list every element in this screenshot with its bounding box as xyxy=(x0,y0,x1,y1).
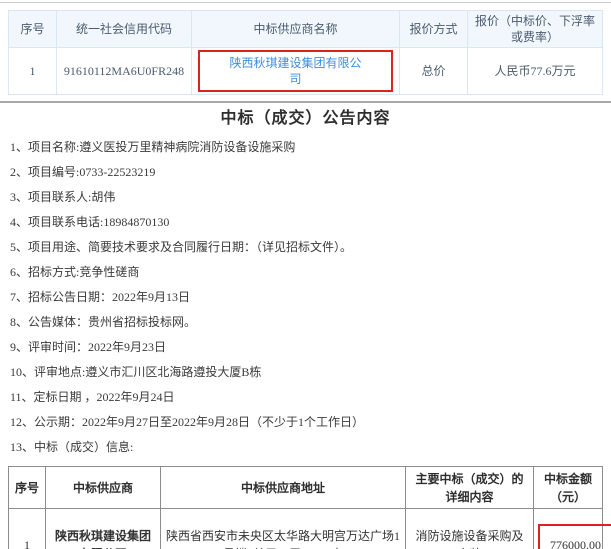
cell-serial-no: 1 xyxy=(9,48,57,95)
supplier-name-link[interactable]: 陕西秋琪建设集团有限公司 xyxy=(229,56,361,86)
cell-quote: 人民币77.6万元 xyxy=(468,48,603,95)
item-bid-method: 6、招标方式:竞争性磋商 xyxy=(10,264,601,280)
item-review-time: 9、评审时间：2022年9月23日 xyxy=(10,339,601,355)
col-credit-code: 统一社会信用代码 xyxy=(57,11,192,48)
item-publicity-period: 12、公示期：2022年9月27日至2022年9月28日（不少于1个工作日） xyxy=(10,414,601,430)
award-data-row: 1 陕西秋琪建设集团有限公司 陕西省西安市未央区太华路大明宫万达广场1号楼5单元… xyxy=(9,509,603,549)
page-title: 中标（成交）公告内容 xyxy=(0,109,611,129)
cell-award-amount: 776000.00 xyxy=(534,509,603,549)
cell-supplier-name: 陕西秋琪建设集团有限公司 xyxy=(192,48,400,95)
item-media: 8、公告媒体：贵州省招标投标网。 xyxy=(10,314,601,330)
cell-serial-no: 1 xyxy=(9,509,46,549)
item-project-number: 2、项目编号:0733-22523219 xyxy=(10,164,601,180)
col-quote: 报价（中标价、下浮率或费率） xyxy=(468,11,603,48)
col-award-content: 主要中标（成交）的详细内容 xyxy=(406,467,534,509)
supplier-name-highlight-box: 陕西秋琪建设集团有限公司 xyxy=(198,50,393,92)
cell-supplier[interactable]: 陕西秋琪建设集团有限公司 xyxy=(46,509,161,549)
col-supplier-address: 中标供应商地址 xyxy=(161,467,406,509)
col-supplier-name: 中标供应商名称 xyxy=(192,11,400,48)
summary-header-row: 序号 统一社会信用代码 中标供应商名称 报价方式 报价（中标价、下浮率或费率） xyxy=(9,11,603,48)
award-detail-table-wrap: 序号 中标供应商 中标供应商地址 主要中标（成交）的详细内容 中标金额（元） 1… xyxy=(0,464,611,549)
award-header-row: 序号 中标供应商 中标供应商地址 主要中标（成交）的详细内容 中标金额（元） xyxy=(9,467,603,509)
col-supplier: 中标供应商 xyxy=(46,467,161,509)
cell-credit-code: 91610112MA6U0FR248 xyxy=(57,48,192,95)
summary-data-row: 1 91610112MA6U0FR248 陕西秋琪建设集团有限公司 总价 人民币… xyxy=(9,48,603,95)
col-serial-no: 序号 xyxy=(9,467,46,509)
section-divider xyxy=(0,101,611,103)
col-award-amount: 中标金额（元） xyxy=(534,467,603,509)
item-contact-phone: 4、项目联系电话:18984870130 xyxy=(10,214,601,230)
announcement-item-list: 1、项目名称:遵义医投万里精神病院消防设备设施采购 2、项目编号:0733-22… xyxy=(0,133,611,455)
col-serial-no: 序号 xyxy=(9,11,57,48)
item-review-place: 10、评审地点:遵义市汇川区北海路遵投大厦B栋 xyxy=(10,364,601,380)
cell-award-content: 消防设施设备采购及安装 xyxy=(406,509,534,549)
item-project-name: 1、项目名称:遵义医投万里精神病院消防设备设施采购 xyxy=(10,139,601,155)
item-award-info-label: 13、中标（成交）信息: xyxy=(10,439,601,455)
col-quote-method: 报价方式 xyxy=(400,11,468,48)
cell-quote-method: 总价 xyxy=(400,48,468,95)
cell-supplier-address: 陕西省西安市未央区太华路大明宫万达广场1号楼5单元18层51812室 xyxy=(161,509,406,549)
winning-supplier-summary-table-wrap: 序号 统一社会信用代码 中标供应商名称 报价方式 报价（中标价、下浮率或费率） … xyxy=(0,3,611,95)
item-award-date: 11、定标日期 ，2022年9月24日 xyxy=(10,389,601,405)
item-contact-person: 3、项目联系人:胡伟 xyxy=(10,189,601,205)
item-project-use: 5、项目用途、简要技术要求及合同履行日期：（详见招标文件）。 xyxy=(10,239,601,255)
winning-supplier-summary-table: 序号 统一社会信用代码 中标供应商名称 报价方式 报价（中标价、下浮率或费率） … xyxy=(8,10,603,95)
award-detail-table: 序号 中标供应商 中标供应商地址 主要中标（成交）的详细内容 中标金额（元） 1… xyxy=(8,466,603,549)
item-announce-date: 7、招标公告日期：2022年9月13日 xyxy=(10,289,601,305)
award-amount-highlight-box: 776000.00 xyxy=(538,524,611,549)
